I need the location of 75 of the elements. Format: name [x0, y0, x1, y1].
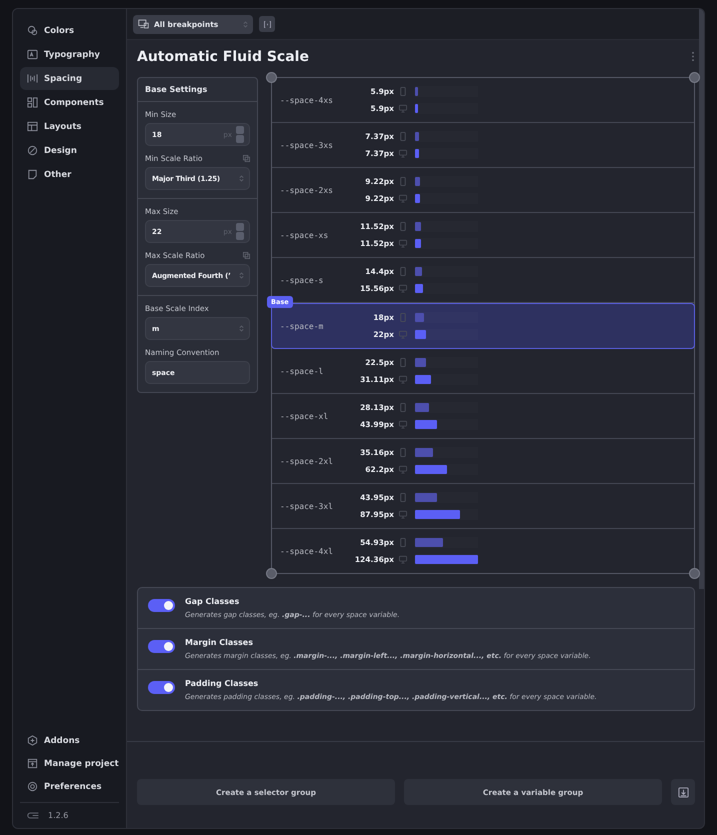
variable-name: --space-2xl: [280, 456, 334, 466]
sidebar-item[interactable]: Addons: [20, 729, 119, 752]
export-button[interactable]: [671, 779, 695, 805]
components-icon: [27, 97, 38, 108]
phone-icon: [399, 267, 407, 276]
variable-name: --space-xs: [280, 230, 330, 240]
chevron-icon: [239, 324, 244, 333]
sidebar-item[interactable]: Layouts: [20, 115, 119, 138]
phone-icon: [399, 177, 407, 186]
spacing-icon: [27, 73, 38, 84]
settings-icon: [27, 781, 38, 792]
layout-icon: [27, 121, 38, 132]
phone-icon: [399, 87, 407, 96]
logo-icon: [27, 811, 40, 820]
variable-name: --space-3xl: [280, 502, 334, 510]
monitor-icon: [399, 104, 407, 113]
brackets-icon: [262, 20, 272, 28]
toggle-switch[interactable]: [148, 681, 175, 694]
design-icon: [27, 145, 38, 156]
phone-icon: [399, 538, 407, 547]
option-title: Margin Classes: [185, 638, 254, 647]
option-title: Padding Classes: [185, 679, 260, 688]
chevron-icon: [239, 271, 244, 280]
document-icon: [27, 169, 38, 180]
phone-icon: [399, 132, 407, 141]
sidebar-item[interactable]: Other: [20, 163, 119, 186]
variable-name: --space-xl: [280, 412, 330, 420]
sidebar-item[interactable]: Design: [20, 139, 119, 162]
monitor-icon: [399, 375, 407, 384]
chevron-icon: [243, 20, 248, 28]
monitor-icon: [399, 555, 407, 564]
monitor-icon: [399, 420, 407, 429]
phone-icon: [399, 403, 407, 412]
text-icon: [27, 49, 38, 60]
phone-icon: [399, 358, 407, 367]
variable-name: --space-l: [280, 366, 324, 376]
devices-icon: [138, 19, 149, 29]
download-icon: [678, 786, 688, 798]
monitor-icon: [399, 149, 407, 158]
copy-icon[interactable]: [243, 252, 250, 259]
phone-icon: [399, 493, 407, 502]
copy-icon[interactable]: [243, 155, 250, 162]
variable-name: --space-2xs: [280, 186, 334, 194]
archive-icon: [27, 758, 38, 769]
variable-name: --space-m: [280, 322, 324, 330]
monitor-icon: [399, 465, 407, 474]
variable-name: --space-3xs: [280, 140, 334, 150]
panel-heading: Base Settings: [138, 78, 257, 102]
more-icon[interactable]: [691, 51, 695, 62]
variable-name: --space-s: [280, 276, 324, 284]
sidebar-item[interactable]: Components: [20, 91, 119, 114]
sidebar-item[interactable]: Preferences: [20, 775, 119, 798]
monitor-icon: [399, 194, 407, 203]
toggle-switch[interactable]: [148, 640, 175, 653]
sidebar-item[interactable]: Manage project: [20, 752, 119, 775]
variable-name: --space-4xl: [280, 546, 334, 556]
sidebar-item[interactable]: Typography: [20, 43, 119, 66]
variable-button[interactable]: [259, 16, 275, 32]
variable-name: --space-4xs: [280, 96, 334, 104]
monitor-icon: [399, 330, 407, 339]
phone-icon: [399, 313, 407, 322]
option-title: Gap Classes: [185, 597, 240, 606]
toggle-switch[interactable]: [148, 599, 175, 612]
version-label: 1.2.6: [48, 811, 68, 820]
monitor-icon: [399, 510, 407, 519]
sidebar-item[interactable]: Colors: [20, 19, 119, 42]
phone-icon: [399, 222, 407, 231]
phone-icon: [399, 448, 407, 457]
section-title: Automatic Fluid Scale: [137, 48, 309, 64]
monitor-icon: [399, 239, 407, 248]
monitor-icon: [399, 284, 407, 293]
chevron-icon: [239, 174, 244, 183]
palette-icon: [27, 25, 38, 36]
addon-icon: [27, 735, 38, 746]
sidebar-item[interactable]: Spacing: [20, 67, 119, 90]
